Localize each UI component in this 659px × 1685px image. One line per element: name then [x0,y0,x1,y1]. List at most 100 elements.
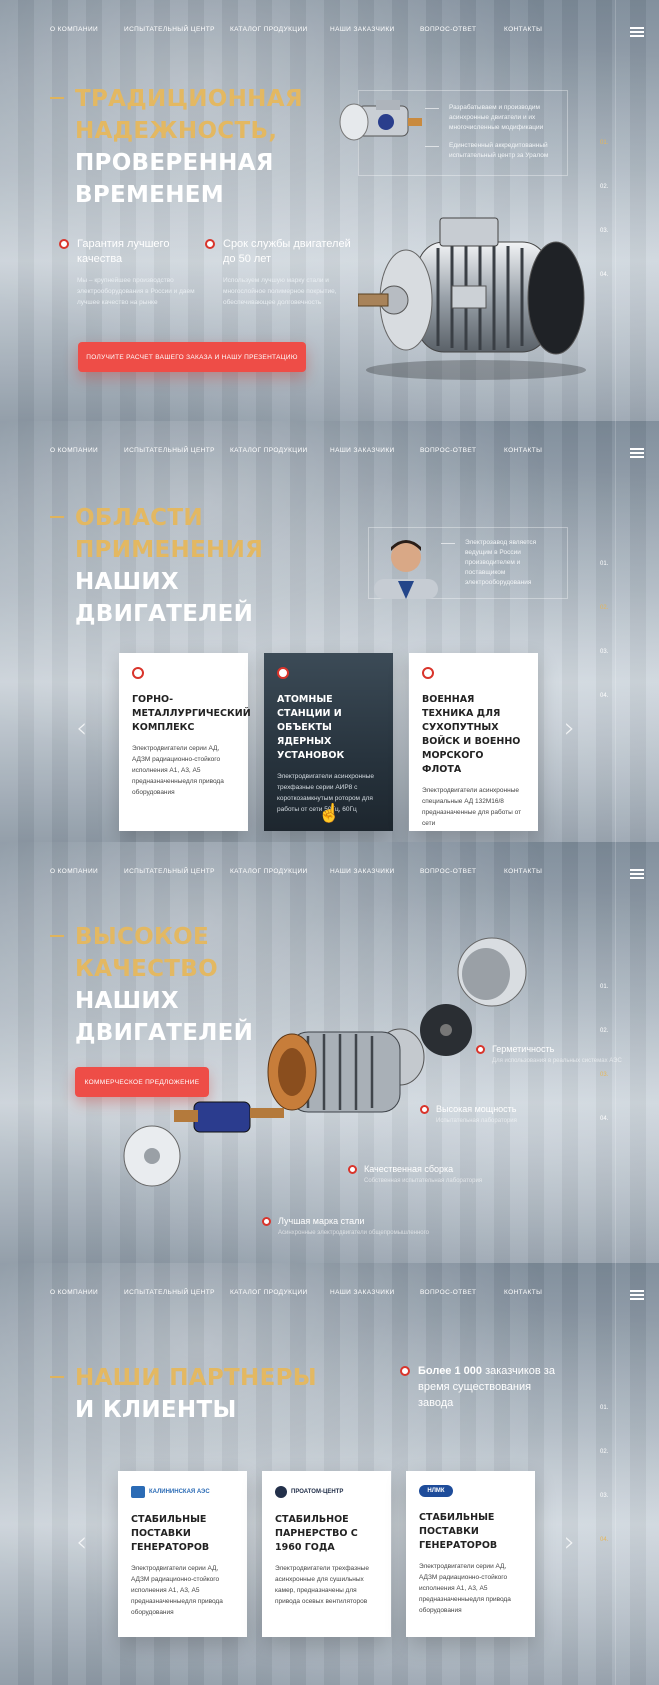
badge-icon [476,1045,485,1054]
info-text: Единственный аккредитованный испытательн… [425,141,561,161]
divider-line [615,1263,616,1685]
nav-catalog[interactable]: КАТАЛОГ ПРОДУКЦИИ [230,1289,330,1296]
callout-steel: Лучшая марка стали Асинхронные электродв… [262,1216,429,1236]
pager-item[interactable]: 03. [600,649,608,693]
info-text: Разрабатываем и производим асинхронные д… [425,103,561,133]
chevron-left-icon[interactable]: ‹ [76,1525,87,1558]
nav-about[interactable]: О КОМПАНИИ [50,1289,124,1296]
pager-item[interactable]: 04. [600,693,608,737]
partner-card[interactable]: НЛМК СТАБИЛЬНЫЕ ПОСТАВКИ ГЕНЕРАТОРОВ Эле… [406,1471,535,1637]
exploded-motor-icon [123,937,527,1187]
badge-icon [262,1217,271,1226]
chevron-right-icon[interactable]: › [564,711,575,744]
pager-item[interactable]: 02. [600,605,608,649]
pager-item[interactable]: 02. [600,184,608,228]
nav-about[interactable]: О КОМПАНИИ [50,447,124,454]
badge-icon [205,239,215,249]
info-text: Электрозавод является ведущим в России п… [441,538,561,588]
nav-catalog[interactable]: КАТАЛОГ ПРОДУКЦИИ [230,26,330,33]
pager-item[interactable]: 04. [600,1537,608,1581]
nav-faq[interactable]: ВОПРОС-ОТВЕТ [420,447,504,454]
nav-contacts[interactable]: КОНТАКТЫ [504,447,564,454]
pager-item[interactable]: 04. [600,272,608,316]
section-pager: 01. 02. 03. 04. [600,561,608,737]
main-nav: О КОМПАНИИ ИСПЫТАТЕЛЬНЫЙ ЦЕНТР КАТАЛОГ П… [50,447,564,454]
pager-item[interactable]: 03. [600,1072,608,1116]
feature-quality: Гарантия лучшего качества Мы – крупнейше… [59,237,197,308]
pager-item[interactable]: 01. [600,984,608,1028]
application-card[interactable]: ВОЕННАЯ ТЕХНИКА ДЛЯ СУХОПУТНЫХ ВОЙСК И В… [409,653,538,831]
nav-contacts[interactable]: КОНТАКТЫ [504,26,564,33]
pager-item[interactable]: 03. [600,228,608,272]
section-pager: 01. 02. 03. 04. [600,984,608,1160]
section-pager: 01. 02. 03. 04. [600,140,608,316]
partners-title: НАШИ ПАРТНЕРЫ И КЛИЕНТЫ [75,1365,317,1423]
heading-dash [50,516,64,518]
proatom-logo-icon: ПРОАТОМ-ЦЕНТР [275,1485,378,1499]
menu-icon[interactable] [630,869,644,879]
menu-icon[interactable] [630,1290,644,1300]
nav-faq[interactable]: ВОПРОС-ОТВЕТ [420,1289,504,1296]
divider-line [615,421,616,842]
kalinin-npp-logo-icon: КАЛИНИНСКАЯ АЭС [131,1485,234,1499]
nav-customers[interactable]: НАШИ ЗАКАЗЧИКИ [330,868,420,875]
nav-test-center[interactable]: ИСПЫТАТЕЛЬНЫЙ ЦЕНТР [124,868,230,875]
badge-icon [400,1366,410,1376]
chevron-right-icon[interactable]: › [564,1525,575,1558]
chevron-left-icon[interactable]: ‹ [76,711,87,744]
pager-item[interactable]: 02. [600,1449,608,1493]
application-card[interactable]: ГОРНО-МЕТАЛЛУРГИЧЕСКИЙ КОМПЛЕКС Электрод… [119,653,251,831]
logo-icon [422,667,434,679]
avatar [374,540,438,599]
nav-customers[interactable]: НАШИ ЗАКАЗЧИКИ [330,447,420,454]
section-pager: 01. 02. 03. 04. [600,1405,608,1581]
nav-customers[interactable]: НАШИ ЗАКАЗЧИКИ [330,1289,420,1296]
nav-about[interactable]: О КОМПАНИИ [50,868,124,875]
nav-faq[interactable]: ВОПРОС-ОТВЕТ [420,868,504,875]
heading-dash [50,935,64,937]
pager-item[interactable]: 04. [600,1116,608,1160]
nav-catalog[interactable]: КАТАЛОГ ПРОДУКЦИИ [230,447,330,454]
nav-contacts[interactable]: КОНТАКТЫ [504,868,564,875]
applications-title: ОБЛАСТИ ПРИМЕНЕНИЯ НАШИХ ДВИГАТЕЛЕЙ [75,505,264,627]
nav-contacts[interactable]: КОНТАКТЫ [504,1289,564,1296]
pager-item[interactable]: 01. [600,140,608,184]
nav-about[interactable]: О КОМПАНИИ [50,26,124,33]
menu-icon[interactable] [630,448,644,458]
logo-icon [277,667,289,679]
badge-icon [420,1105,429,1114]
nav-test-center[interactable]: ИСПЫТАТЕЛЬНЫЙ ЦЕНТР [124,447,230,454]
partner-card[interactable]: КАЛИНИНСКАЯ АЭС СТАБИЛЬНЫЕ ПОСТАВКИ ГЕНЕ… [118,1471,247,1637]
main-nav: О КОМПАНИИ ИСПЫТАТЕЛЬНЫЙ ЦЕНТР КАТАЛОГ П… [50,26,564,33]
heading-dash [50,97,64,99]
main-nav: О КОМПАНИИ ИСПЫТАТЕЛЬНЫЙ ЦЕНТР КАТАЛОГ П… [50,1289,564,1296]
nav-faq[interactable]: ВОПРОС-ОТВЕТ [420,26,504,33]
hero-section: О КОМПАНИИ ИСПЫТАТЕЛЬНЫЙ ЦЕНТР КАТАЛОГ П… [0,0,659,421]
application-card-active[interactable]: АТОМНЫЕ СТАНЦИИ И ОБЪЕКТЫ ЯДЕРНЫХ УСТАНО… [264,653,393,831]
feature-lifetime: Срок службы двигателей до 50 лет Использ… [205,237,353,308]
heading-dash [50,1376,64,1378]
callout-sealing: Герметичность Для использования в реальн… [476,1044,622,1064]
main-nav: О КОМПАНИИ ИСПЫТАТЕЛЬНЫЙ ЦЕНТР КАТАЛОГ П… [50,868,564,875]
pager-item[interactable]: 01. [600,561,608,605]
electric-motor-icon [358,217,586,380]
badge-icon [59,239,69,249]
customers-count-note: Более 1 000 заказчиков за время существо… [400,1363,568,1411]
pager-item[interactable]: 03. [600,1493,608,1537]
partners-section: О КОМПАНИИ ИСПЫТАТЕЛЬНЫЙ ЦЕНТР КАТАЛОГ П… [0,1263,659,1685]
callout-power: Высокая мощность Испытательная лаборатор… [420,1104,517,1124]
nav-customers[interactable]: НАШИ ЗАКАЗЧИКИ [330,26,420,33]
partner-card[interactable]: ПРОАТОМ-ЦЕНТР СТАБИЛЬНОЕ ПАРНЕРСТВО С 19… [262,1471,391,1637]
hand-cursor-icon: ☝ [318,803,341,823]
nlmk-logo-icon: НЛМК [419,1485,453,1497]
menu-icon[interactable] [630,27,644,37]
nav-test-center[interactable]: ИСПЫТАТЕЛЬНЫЙ ЦЕНТР [124,1289,230,1296]
nav-catalog[interactable]: КАТАЛОГ ПРОДУКЦИИ [230,868,330,875]
hero-title: ТРАДИЦИОННАЯ НАДЕЖНОСТЬ, ПРОВЕРЕННАЯ ВРЕ… [75,86,303,208]
pager-item[interactable]: 01. [600,1405,608,1449]
get-quote-button[interactable]: ПОЛУЧИТЕ РАСЧЕТ ВАШЕГО ЗАКАЗА И НАШУ ПРЕ… [78,342,306,372]
applications-section: О КОМПАНИИ ИСПЫТАТЕЛЬНЫЙ ЦЕНТР КАТАЛОГ П… [0,421,659,842]
nav-test-center[interactable]: ИСПЫТАТЕЛЬНЫЙ ЦЕНТР [124,26,230,33]
logo-icon [132,667,144,679]
badge-icon [348,1165,357,1174]
